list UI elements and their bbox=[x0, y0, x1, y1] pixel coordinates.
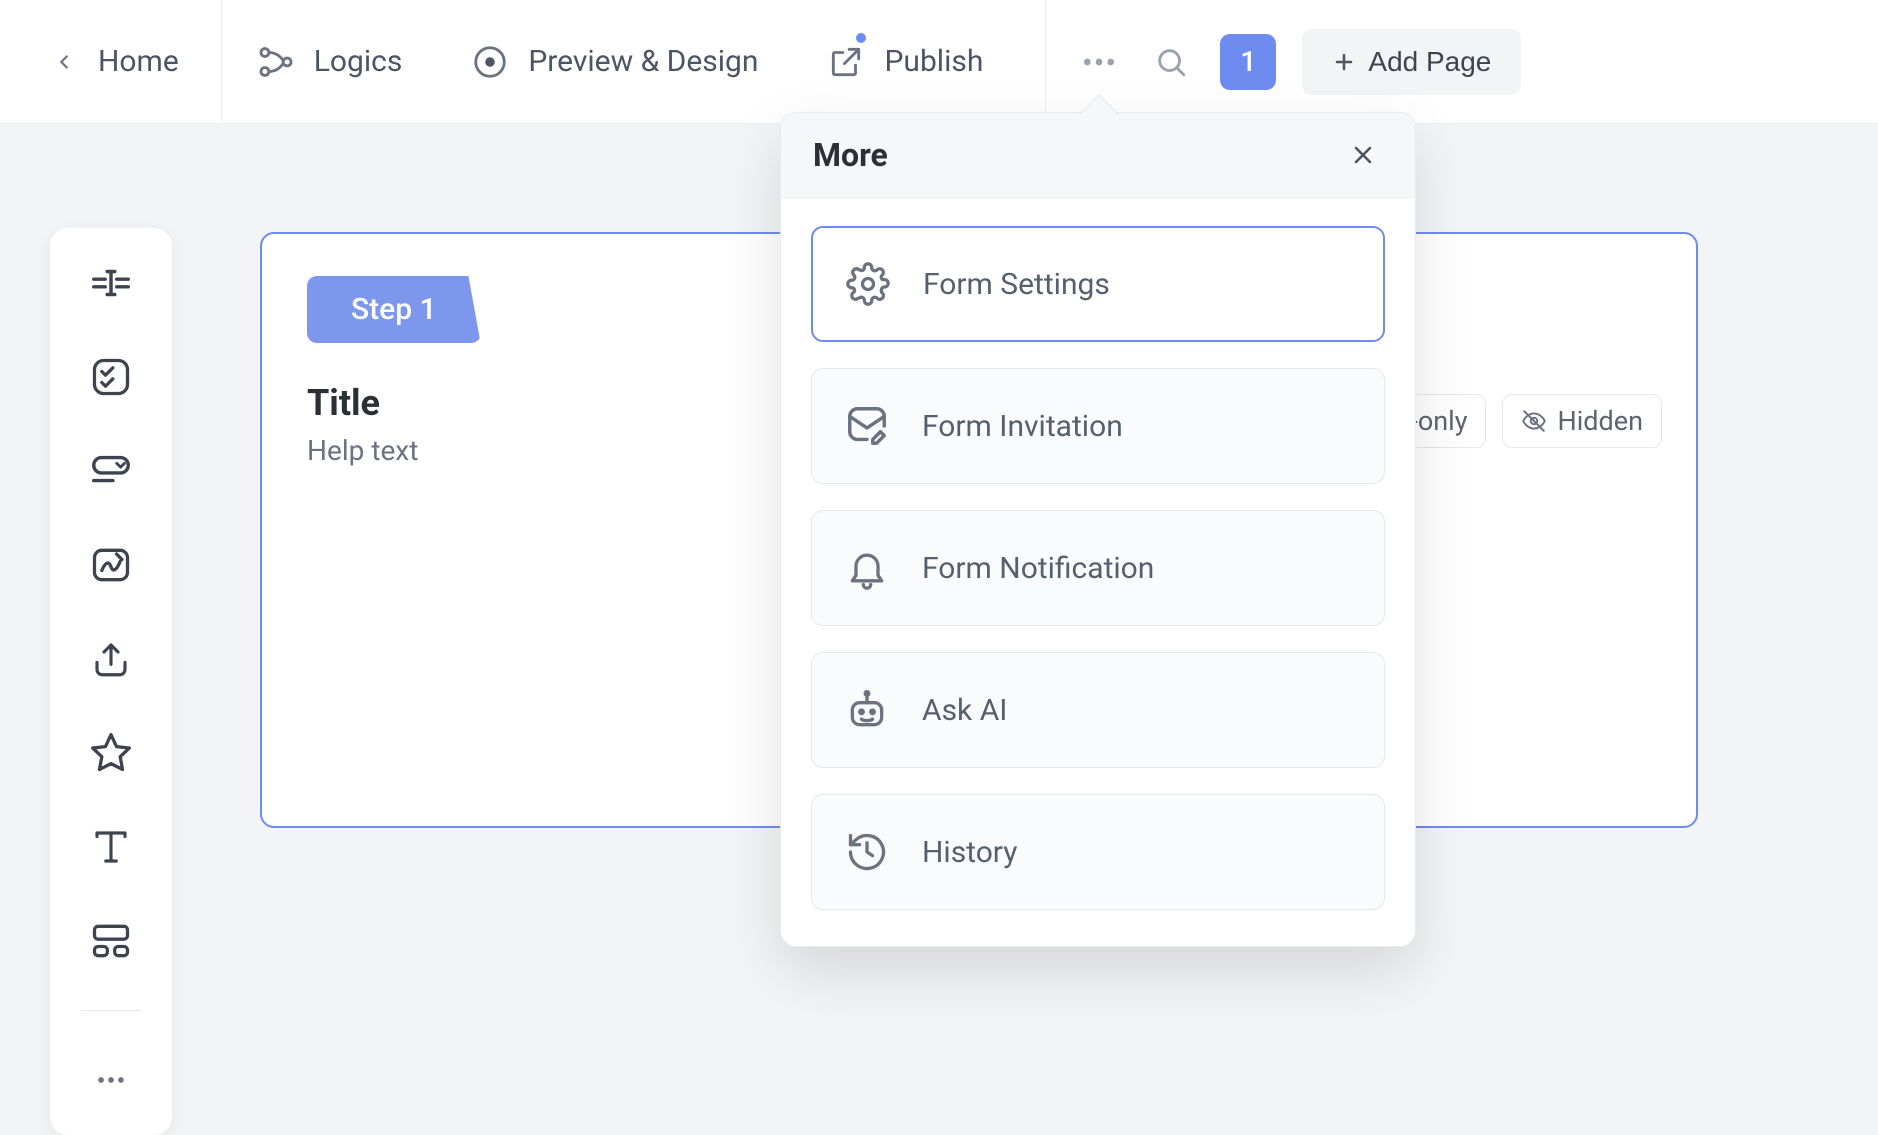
nav-preview-design[interactable]: Preview & Design bbox=[436, 0, 792, 123]
page-number-badge[interactable]: 1 bbox=[1220, 34, 1276, 90]
field-tags: d-only Hidden bbox=[1376, 394, 1662, 448]
nav-preview-label: Preview & Design bbox=[528, 44, 758, 79]
step-badge[interactable]: Step 1 bbox=[307, 276, 481, 343]
tool-rating[interactable] bbox=[86, 728, 136, 778]
popover-item-form-settings[interactable]: Form Settings bbox=[811, 226, 1385, 342]
nav-left: Home Logics Preview & Design Publish bbox=[0, 0, 1046, 123]
gear-icon bbox=[843, 259, 893, 309]
nav-logics-label: Logics bbox=[314, 44, 403, 79]
more-popover: More Form Settings Form Invitation Form … bbox=[780, 112, 1416, 947]
nav-home[interactable]: Home bbox=[0, 0, 222, 123]
nav-publish-label: Publish bbox=[884, 44, 983, 79]
tool-upload[interactable] bbox=[86, 634, 136, 684]
search-button[interactable] bbox=[1148, 39, 1194, 85]
add-page-button[interactable]: Add Page bbox=[1302, 29, 1521, 95]
left-toolbar bbox=[50, 228, 172, 1135]
popover-item-form-invitation[interactable]: Form Invitation bbox=[811, 368, 1385, 484]
robot-icon bbox=[842, 685, 892, 735]
chevron-left-icon bbox=[44, 42, 84, 82]
add-page-label: Add Page bbox=[1368, 46, 1491, 78]
tool-checklist[interactable] bbox=[86, 352, 136, 402]
preview-icon bbox=[470, 42, 510, 82]
tool-text-input[interactable] bbox=[86, 258, 136, 308]
envelope-edit-icon bbox=[842, 401, 892, 451]
popover-item-label: Ask AI bbox=[922, 693, 1007, 728]
popover-item-label: Form Invitation bbox=[922, 409, 1123, 444]
popover-item-label: Form Notification bbox=[922, 551, 1154, 586]
nav-publish[interactable]: Publish bbox=[792, 0, 1046, 123]
logics-icon bbox=[256, 42, 296, 82]
tag-hidden-label: Hidden bbox=[1557, 405, 1643, 437]
popover-title: More bbox=[813, 136, 888, 174]
popover-item-label: History bbox=[922, 835, 1017, 870]
tool-text[interactable] bbox=[86, 822, 136, 872]
field-title[interactable]: Title bbox=[307, 382, 380, 424]
nav-logics[interactable]: Logics bbox=[222, 0, 437, 123]
bell-icon bbox=[842, 543, 892, 593]
page-number-value: 1 bbox=[1240, 45, 1256, 78]
field-help-text[interactable]: Help text bbox=[307, 434, 418, 467]
history-icon bbox=[842, 827, 892, 877]
tool-dropdown[interactable] bbox=[86, 446, 136, 496]
tool-signature[interactable] bbox=[86, 540, 136, 590]
popover-item-form-notification[interactable]: Form Notification bbox=[811, 510, 1385, 626]
popover-item-history[interactable]: History bbox=[811, 794, 1385, 910]
popover-item-label: Form Settings bbox=[923, 267, 1110, 302]
tool-layout[interactable] bbox=[86, 916, 136, 966]
popover-close-button[interactable] bbox=[1343, 135, 1383, 175]
tool-more[interactable] bbox=[86, 1055, 136, 1105]
tag-hidden[interactable]: Hidden bbox=[1502, 394, 1662, 448]
nav-right: 1 Add Page bbox=[1046, 0, 1551, 123]
step-label: Step 1 bbox=[351, 292, 437, 327]
publish-icon bbox=[826, 42, 866, 82]
popover-item-ask-ai[interactable]: Ask AI bbox=[811, 652, 1385, 768]
more-menu-button[interactable] bbox=[1076, 39, 1122, 85]
toolbar-divider bbox=[81, 1010, 141, 1011]
nav-home-label: Home bbox=[98, 44, 179, 79]
popover-body: Form Settings Form Invitation Form Notif… bbox=[781, 198, 1415, 946]
top-navbar: Home Logics Preview & Design Publish bbox=[0, 0, 1878, 124]
